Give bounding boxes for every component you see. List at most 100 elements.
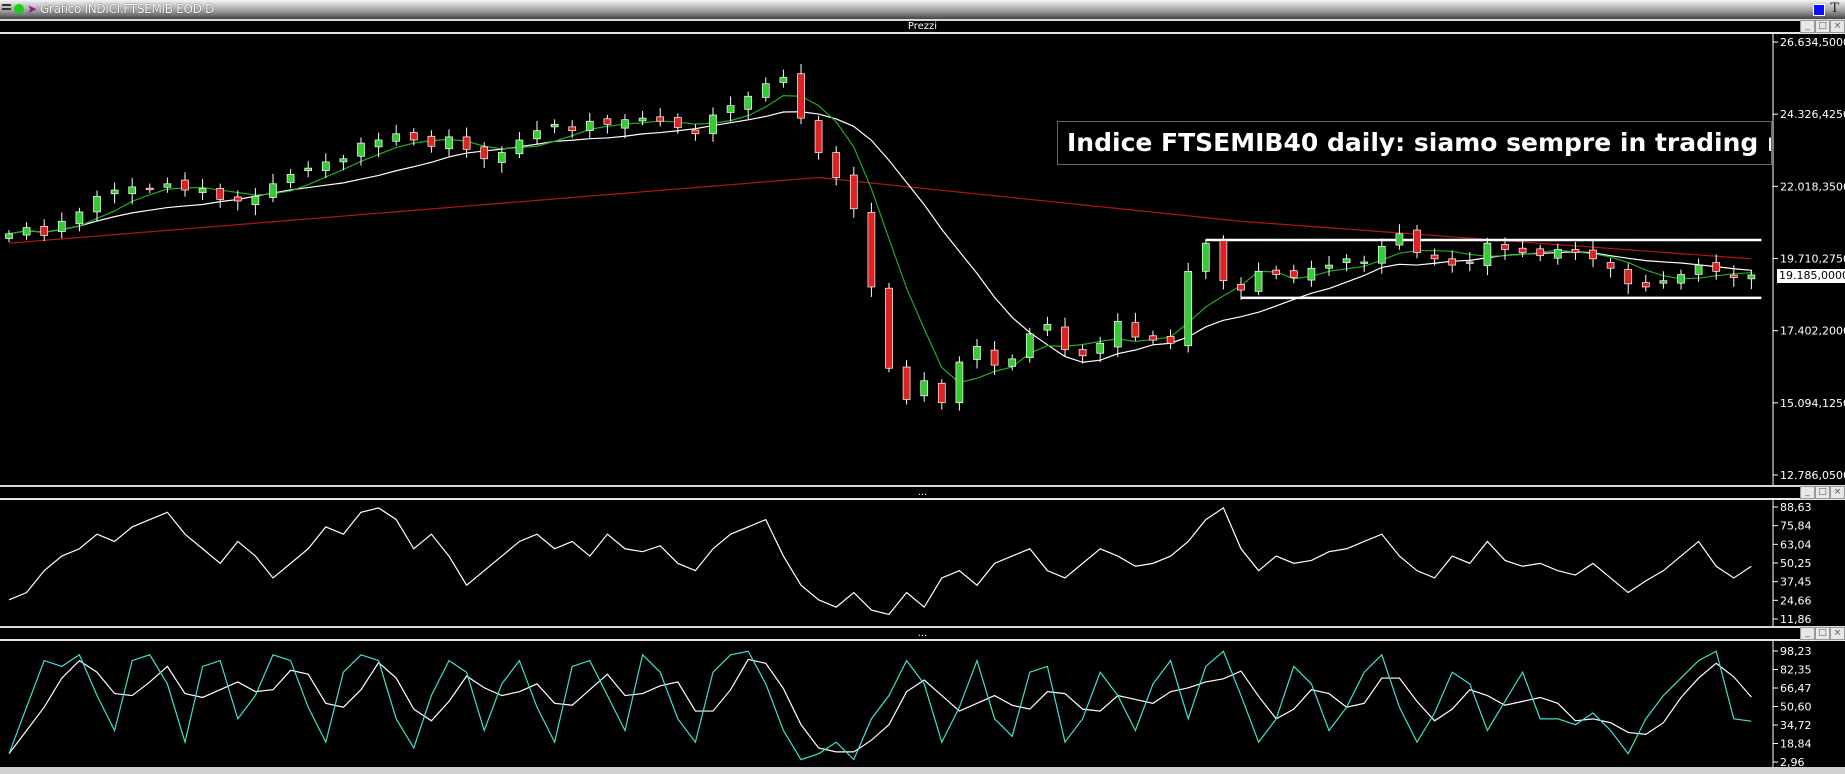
menu-icon[interactable] (2, 4, 11, 10)
maximize-button[interactable]: □ (1815, 20, 1830, 33)
candle-down (1501, 244, 1509, 250)
candle-down (1641, 282, 1650, 288)
y-tick-label: 15.094,1250 (1780, 397, 1845, 410)
y-tick-label: 88,63 (1780, 501, 1812, 514)
candle-up (726, 105, 735, 113)
candle-up (128, 186, 137, 195)
maximize-button[interactable]: □ (1815, 627, 1830, 640)
candle-down (797, 73, 805, 119)
candle-up (709, 114, 717, 135)
close-button[interactable]: × (1830, 486, 1845, 499)
candle-up (321, 161, 330, 171)
stoch-panel-title: ... (917, 628, 928, 639)
candle-up (1025, 333, 1034, 358)
status-dot-icon (14, 4, 24, 14)
rsi-chart[interactable]: 88,63 75,84 63,04 50,25 37,45 24,66 11,86 (0, 500, 1845, 626)
candle-down (1518, 247, 1527, 253)
candle-up (761, 83, 770, 98)
y-tick-label: 22.018,3500 (1780, 180, 1845, 193)
maximize-button[interactable]: □ (1815, 486, 1830, 499)
y-tick-label: 26.634,5000 (1780, 36, 1845, 49)
candle-up (304, 167, 313, 171)
candle-down (181, 179, 189, 191)
y-tick-label: 12.786,0500 (1780, 469, 1845, 482)
text-tool-button[interactable]: T (1830, 1, 1839, 16)
candle-down (814, 120, 823, 153)
candle-up (1677, 274, 1685, 284)
candle-up (163, 183, 172, 188)
candle-up (1360, 261, 1369, 264)
candle-down (691, 129, 700, 135)
minimize-button[interactable]: _ (1800, 20, 1815, 33)
candle-up (22, 227, 31, 236)
y-tick-label: 63,04 (1780, 538, 1812, 551)
candle-up (93, 195, 101, 213)
minimize-button[interactable]: _ (1800, 486, 1815, 499)
y-tick-label: 37,45 (1780, 576, 1812, 589)
candle-up (497, 152, 506, 163)
candle-up (357, 142, 365, 157)
candle-up (1465, 261, 1474, 264)
candle-up (1043, 324, 1052, 331)
play-arrow-icon[interactable]: ➤ (27, 2, 37, 16)
candle-up (1747, 274, 1756, 280)
chart-annotation[interactable]: Indice FTSEMIB40 daily: siamo sempre in … (1057, 121, 1772, 165)
candle-up (57, 220, 66, 232)
candle-down (1729, 274, 1738, 278)
candle-up (269, 183, 277, 198)
candle-down (1061, 326, 1069, 350)
candle-down (849, 174, 858, 210)
bottom-scrollbar[interactable] (0, 767, 1845, 774)
candle-up (744, 95, 753, 110)
y-tick-label: 18,84 (1780, 737, 1812, 750)
candle-down (480, 146, 489, 160)
candle-down (990, 349, 999, 366)
candle-down (1430, 254, 1439, 260)
candle-down (233, 196, 242, 202)
candle-down (1149, 335, 1157, 341)
stoch-panel-header: ... _ □ × (0, 626, 1845, 641)
candle-down (603, 118, 612, 125)
candle-up (1096, 342, 1105, 354)
candle-down (1166, 336, 1175, 344)
candle-up (515, 139, 524, 155)
y-tick-label: 82,35 (1780, 664, 1812, 677)
close-button[interactable]: × (1830, 20, 1845, 33)
y-tick-label: 34,72 (1780, 719, 1812, 732)
candle-down (1448, 258, 1457, 266)
rsi-panel-title: ... (917, 487, 928, 498)
last-price-label: 19.185,0000 (1777, 269, 1845, 283)
y-tick-label: 50,60 (1780, 700, 1812, 713)
candle-up (1008, 358, 1017, 367)
candle-down (867, 212, 876, 288)
candle-down (1078, 349, 1087, 357)
candle-up (392, 133, 401, 142)
candle-up (286, 174, 295, 183)
candle-up (585, 120, 594, 131)
candle-down (1289, 270, 1298, 278)
price-chart[interactable]: 26.634,5000 24.326,4250 22.018,3500 19.710,… (0, 34, 1845, 485)
y-tick-label: 50,25 (1780, 557, 1812, 570)
y-tick-label: 24,66 (1780, 594, 1812, 607)
y-tick-label: 17.402,2000 (1780, 325, 1845, 338)
window-title: Grafico INDICI.FTSEMIB EOD D (40, 2, 215, 16)
candle-down (1237, 284, 1245, 291)
rsi-line (8, 507, 1752, 616)
y-tick-label: 98,23 (1780, 645, 1812, 658)
candle-down (885, 287, 893, 369)
candle-up (374, 139, 383, 148)
candle-down (1131, 322, 1140, 338)
candle-down (409, 132, 418, 141)
color-square-icon[interactable] (1813, 4, 1825, 16)
candle-down (656, 116, 665, 122)
y-tick-label: 66,47 (1780, 682, 1812, 695)
stochastic-chart[interactable]: 98,23 82,35 66,47 50,60 34,72 18,84 2,96 (0, 641, 1845, 767)
candle-up (1553, 249, 1562, 259)
minimize-button[interactable]: _ (1800, 627, 1815, 640)
candle-up (198, 188, 207, 193)
candle-down (1536, 248, 1545, 257)
candle-up (251, 195, 260, 206)
candle-down (40, 225, 49, 236)
candle-down (1571, 249, 1580, 253)
close-button[interactable]: × (1830, 627, 1845, 640)
